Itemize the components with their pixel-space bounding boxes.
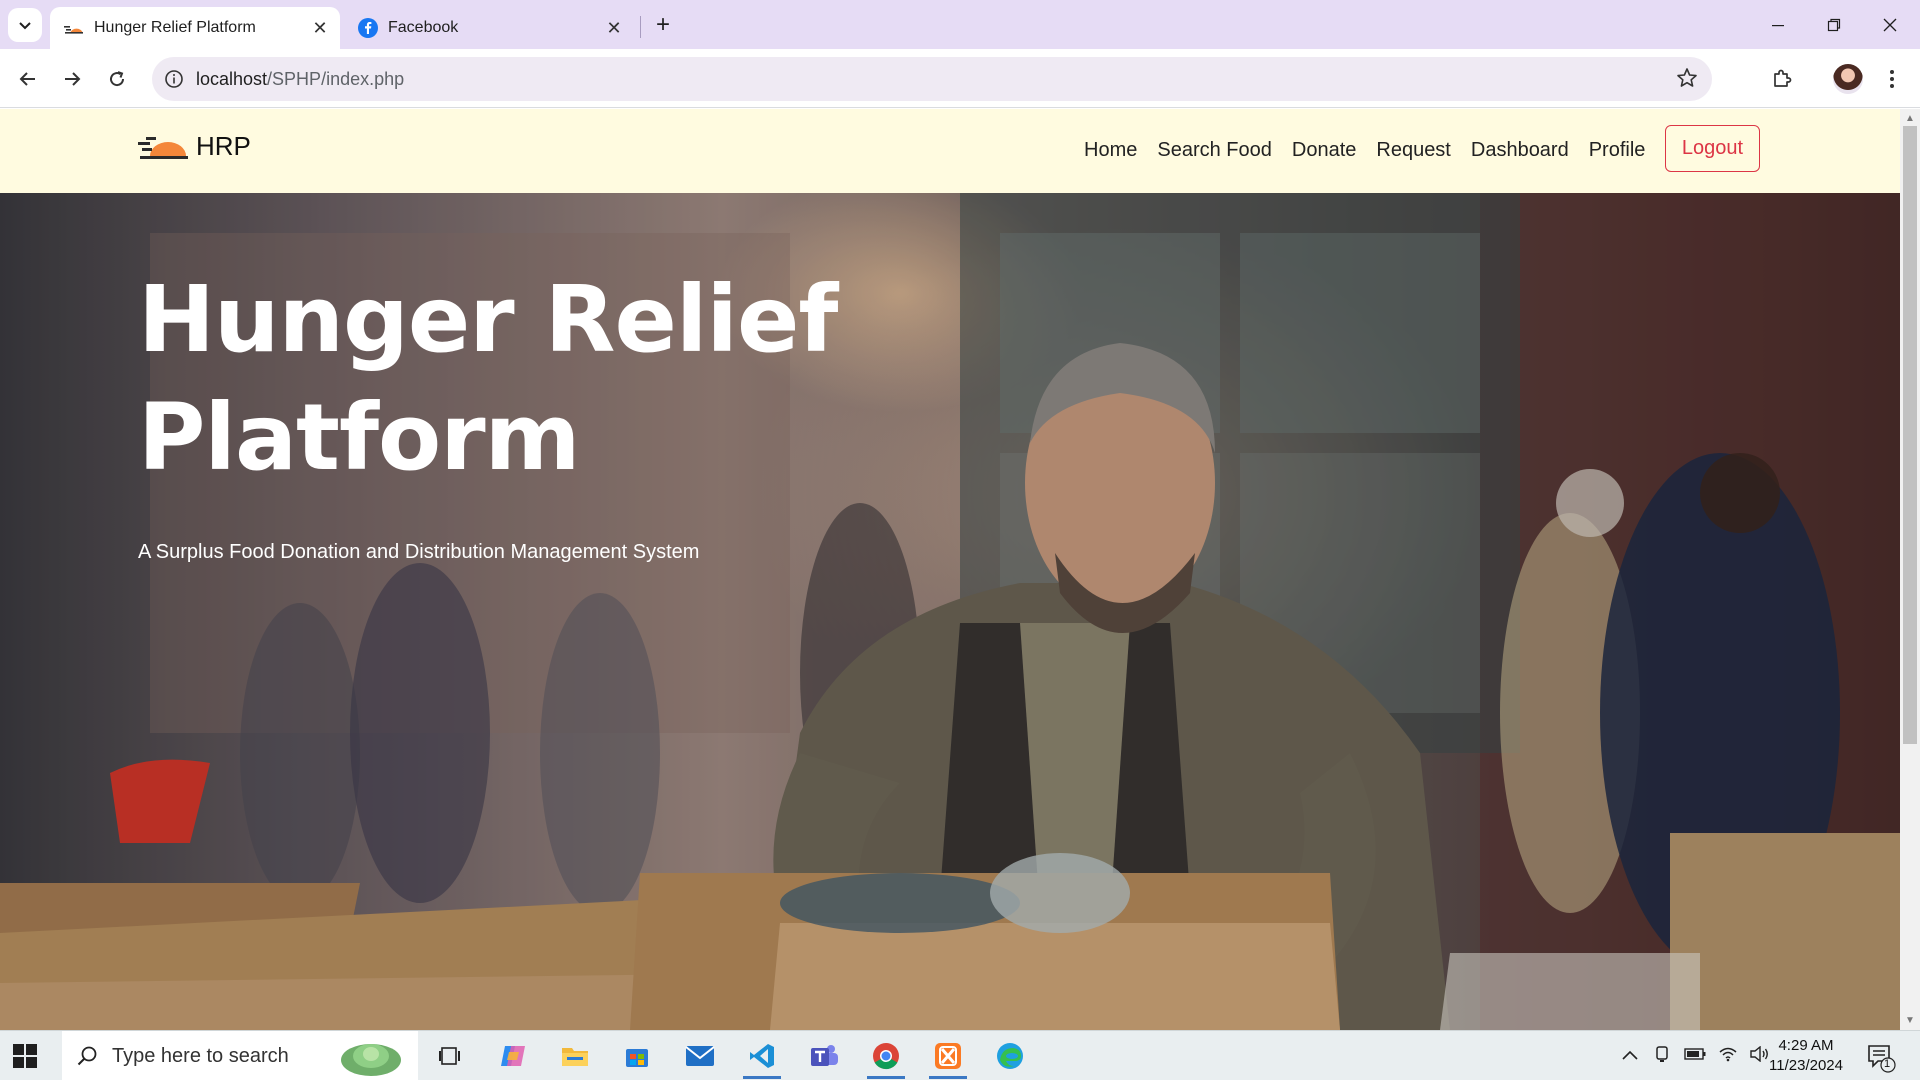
- address-bar[interactable]: localhost/SPHP/index.php: [152, 57, 1712, 101]
- hero-section: Hunger Relief Platform A Surplus Food Do…: [0, 193, 1900, 1030]
- nav-donate[interactable]: Donate: [1292, 139, 1357, 162]
- site-navbar: HRP Home Search Food Donate Request Dash…: [0, 109, 1900, 193]
- task-view-icon: [439, 1047, 460, 1065]
- taskbar-copilot[interactable]: [488, 1036, 538, 1076]
- site-info-icon[interactable]: [152, 69, 196, 89]
- nav-profile[interactable]: Profile: [1589, 139, 1646, 162]
- close-icon: [1883, 18, 1897, 31]
- wifi-icon[interactable]: [1718, 1046, 1738, 1067]
- hero-subtitle: A Surplus Food Donation and Distribution…: [138, 541, 700, 563]
- clock-date: 11/23/2024: [1769, 1057, 1843, 1074]
- brand-name: HRP: [196, 131, 251, 161]
- succulent-icon: [341, 1044, 401, 1076]
- plus-icon: +: [655, 11, 670, 38]
- battery-icon[interactable]: [1684, 1047, 1706, 1065]
- taskbar-store[interactable]: [612, 1036, 662, 1076]
- url-text: localhost/SPHP/index.php: [196, 68, 405, 89]
- main-nav: Home Search Food Donate Request Dashboar…: [1084, 139, 1665, 162]
- extensions-button[interactable]: [1764, 61, 1800, 97]
- more-vertical-icon: [1890, 70, 1894, 88]
- mail-icon: [685, 1046, 715, 1066]
- tab-hunger-relief[interactable]: Hunger Relief Platform ✕: [50, 7, 340, 49]
- task-view-button[interactable]: [425, 1036, 475, 1076]
- brand-link[interactable]: HRP: [138, 131, 251, 162]
- tab-title: Facebook: [388, 19, 459, 36]
- hero-title: Hunger Relief Platform: [138, 266, 838, 491]
- chevron-down-icon: [19, 22, 31, 30]
- copilot-icon: [501, 1046, 525, 1066]
- minimize-icon: [1772, 24, 1784, 26]
- tab-title: Hunger Relief Platform: [94, 19, 256, 36]
- notification-count-badge: 1: [1884, 1058, 1891, 1070]
- taskbar-edge[interactable]: [985, 1036, 1035, 1076]
- arrow-left-icon: [19, 72, 35, 86]
- taskbar-teams[interactable]: [799, 1036, 849, 1076]
- vscode-icon: [750, 1044, 774, 1068]
- arrow-right-icon: [65, 72, 81, 86]
- edge-icon: [997, 1043, 1023, 1069]
- store-icon: [626, 1049, 648, 1067]
- search-placeholder: Type here to search: [112, 1044, 289, 1067]
- taskbar-chrome[interactable]: [861, 1036, 911, 1079]
- folder-icon: [562, 1048, 588, 1066]
- teams-icon: [811, 1045, 838, 1066]
- browser-tab-strip: Hunger Relief Platform ✕ Facebook ✕ +: [0, 0, 1920, 49]
- chrome-icon: [873, 1043, 899, 1070]
- nav-request[interactable]: Request: [1376, 139, 1451, 162]
- nav-search-food[interactable]: Search Food: [1157, 139, 1272, 162]
- scroll-up-icon[interactable]: ▲: [1904, 113, 1916, 125]
- clock-time: 4:29 AM: [1778, 1037, 1834, 1054]
- meet-now-icon[interactable]: [1654, 1045, 1670, 1068]
- restore-button[interactable]: [1806, 0, 1862, 49]
- minimize-button[interactable]: [1750, 0, 1806, 49]
- bookmark-star-icon[interactable]: [1676, 67, 1698, 94]
- puzzle-icon: [1774, 69, 1792, 87]
- scrollbar-thumb[interactable]: [1903, 126, 1917, 744]
- logout-button[interactable]: Logout: [1665, 125, 1760, 172]
- back-button[interactable]: [10, 61, 46, 97]
- notification-center-button[interactable]: 1: [1866, 1043, 1896, 1073]
- hrp-favicon-icon: [64, 18, 84, 38]
- scroll-down-icon[interactable]: ▼: [1904, 1015, 1916, 1027]
- new-tab-button[interactable]: +: [648, 10, 678, 40]
- close-tab-icon[interactable]: ✕: [602, 16, 626, 40]
- tab-search-button[interactable]: [8, 8, 42, 42]
- close-window-button[interactable]: [1862, 0, 1918, 49]
- nav-dashboard[interactable]: Dashboard: [1471, 139, 1569, 162]
- taskbar-mail[interactable]: [675, 1036, 725, 1076]
- tab-divider: [640, 16, 641, 38]
- xampp-icon: [935, 1043, 961, 1069]
- hrp-logo-icon: [138, 136, 188, 159]
- close-tab-icon[interactable]: ✕: [308, 16, 332, 40]
- browser-toolbar: localhost/SPHP/index.php: [0, 49, 1920, 108]
- taskbar-vscode[interactable]: [737, 1036, 787, 1079]
- forward-button[interactable]: [54, 61, 90, 97]
- windows-taskbar: Type here to search 4:29 AM 11/23/2024 1: [0, 1030, 1920, 1080]
- web-page: HRP Home Search Food Donate Request Dash…: [0, 109, 1900, 1030]
- reload-button[interactable]: [99, 61, 135, 97]
- show-hidden-icons-icon[interactable]: [1622, 1047, 1638, 1065]
- restore-icon: [1827, 18, 1841, 31]
- taskbar-file-explorer[interactable]: [550, 1036, 600, 1076]
- tab-facebook[interactable]: Facebook ✕: [344, 7, 634, 49]
- taskbar-search-box[interactable]: Type here to search: [62, 1031, 418, 1080]
- nav-home[interactable]: Home: [1084, 139, 1137, 162]
- facebook-icon: [358, 18, 378, 38]
- taskbar-clock[interactable]: 4:29 AM 11/23/2024: [1760, 1036, 1852, 1076]
- system-tray: [1622, 1031, 1770, 1080]
- browser-menu-button[interactable]: [1874, 61, 1910, 97]
- taskbar-xampp[interactable]: [923, 1036, 973, 1079]
- windows-start-icon[interactable]: [12, 1043, 38, 1069]
- reload-icon: [110, 71, 125, 87]
- search-icon: [77, 1046, 97, 1066]
- profile-avatar[interactable]: [1833, 64, 1863, 94]
